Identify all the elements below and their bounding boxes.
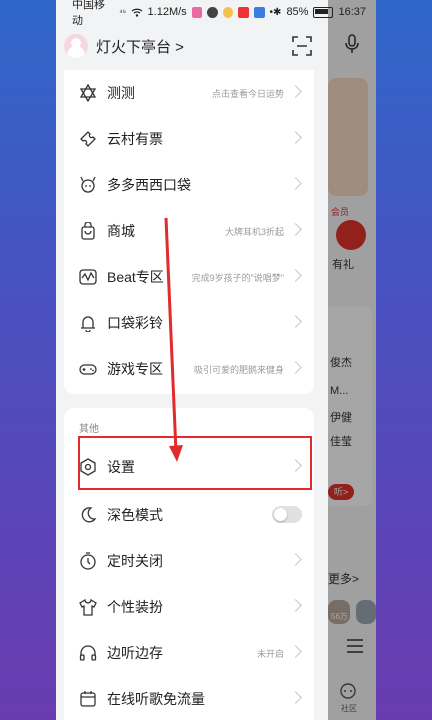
annotation-arrow [164, 217, 183, 462]
